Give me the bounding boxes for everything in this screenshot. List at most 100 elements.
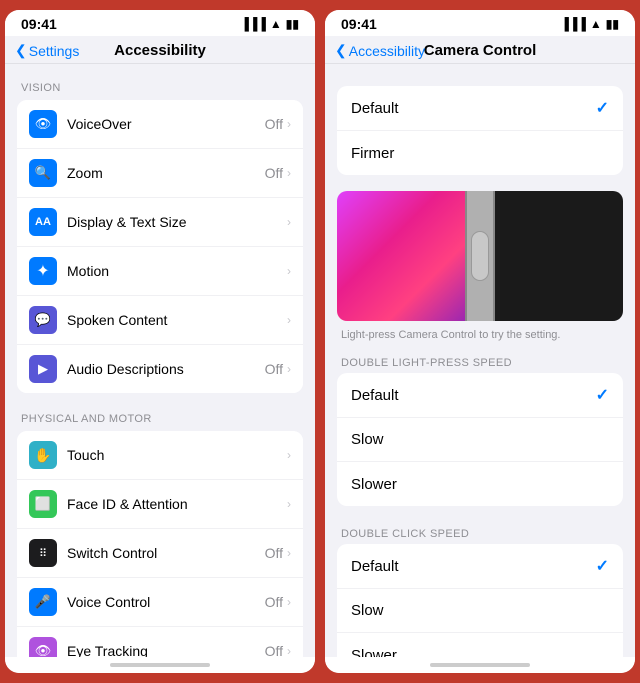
voice-icon: 🎤: [29, 588, 57, 616]
touch-label: Touch: [67, 447, 287, 463]
nav-title-right: Camera Control: [424, 42, 537, 59]
voiceover-value: Off: [265, 116, 283, 132]
wifi-icon: ▲: [270, 17, 282, 31]
spoken-icon: 💬: [29, 306, 57, 334]
dc-slower-label: Slower: [351, 647, 609, 658]
faceid-icon: ⬜: [29, 490, 57, 518]
eye-label: Eye Tracking: [67, 643, 265, 657]
chevron-left-icon: ❮: [335, 42, 347, 59]
preview-button-area: [465, 191, 495, 321]
status-bar-right: 09:41 ▐▐▐ ▲ ▮▮: [325, 10, 635, 36]
battery-icon: ▮▮: [606, 17, 619, 31]
nav-title-left: Accessibility: [114, 42, 206, 59]
camera-preview: [337, 191, 623, 321]
preview-dark: [495, 191, 623, 321]
section-vision-header: VISION: [5, 78, 315, 100]
left-scroll[interactable]: VISION 👁 VoiceOver Off › 🔍 Zoom Off › AA…: [5, 64, 315, 657]
chevron-icon: ›: [287, 497, 291, 511]
row-audio[interactable]: ▶ Audio Descriptions Off ›: [17, 345, 303, 393]
eye-value: Off: [265, 643, 283, 657]
checkmark-default-haptic: ✓: [596, 98, 609, 118]
audio-label: Audio Descriptions: [67, 361, 265, 377]
row-eye[interactable]: 👁 Eye Tracking Off ›: [17, 627, 303, 657]
left-panel: 09:41 ▐▐▐ ▲ ▮▮ ❮ Settings Accessibility …: [5, 10, 315, 673]
home-indicator-left: [5, 657, 315, 673]
eye-icon: 👁: [29, 637, 57, 657]
display-label: Display & Text Size: [67, 214, 287, 230]
audio-icon: ▶: [29, 355, 57, 383]
home-bar-right: [430, 663, 530, 667]
row-spoken[interactable]: 💬 Spoken Content ›: [17, 296, 303, 345]
chevron-icon: ›: [287, 313, 291, 327]
faceid-label: Face ID & Attention: [67, 496, 287, 512]
status-bar-left: 09:41 ▐▐▐ ▲ ▮▮: [5, 10, 315, 36]
voice-label: Voice Control: [67, 594, 265, 610]
option-dc-slower[interactable]: Slower: [337, 633, 623, 657]
status-icons-left: ▐▐▐ ▲ ▮▮: [240, 17, 299, 31]
dc-checkmark: ✓: [596, 556, 609, 576]
option-dlp-slower[interactable]: Slower: [337, 462, 623, 506]
nav-bar-left: ❮ Settings Accessibility: [5, 36, 315, 64]
chevron-icon: ›: [287, 215, 291, 229]
chevron-icon: ›: [287, 264, 291, 278]
switch-label: Switch Control: [67, 545, 265, 561]
motion-label: Motion: [67, 263, 287, 279]
option-dlp-slow[interactable]: Slow: [337, 418, 623, 462]
double-light-group: Default ✓ Slow Slower: [337, 373, 623, 506]
right-scroll[interactable]: Default ✓ Firmer Light-press Camera Cont…: [325, 64, 635, 657]
option-default-haptic[interactable]: Default ✓: [337, 86, 623, 131]
option-firmer[interactable]: Firmer: [337, 131, 623, 175]
option-dc-default[interactable]: Default ✓: [337, 544, 623, 589]
wifi-icon: ▲: [590, 17, 602, 31]
row-touch[interactable]: ✋ Touch ›: [17, 431, 303, 480]
row-switch[interactable]: ⠿ Switch Control Off ›: [17, 529, 303, 578]
switch-value: Off: [265, 545, 283, 561]
voice-value: Off: [265, 594, 283, 610]
dlp-default-label: Default: [351, 387, 596, 404]
row-motion[interactable]: ✦ Motion ›: [17, 247, 303, 296]
row-voiceover[interactable]: 👁 VoiceOver Off ›: [17, 100, 303, 149]
camera-preview-inner: [337, 191, 623, 321]
signal-icon: ▐▐▐: [560, 17, 586, 31]
option-dlp-default[interactable]: Default ✓: [337, 373, 623, 418]
switch-icon: ⠿: [29, 539, 57, 567]
battery-icon: ▮▮: [286, 17, 299, 31]
row-zoom[interactable]: 🔍 Zoom Off ›: [17, 149, 303, 198]
double-light-header: DOUBLE LIGHT-PRESS SPEED: [325, 351, 635, 373]
chevron-icon: ›: [287, 117, 291, 131]
dlp-slower-label: Slower: [351, 476, 609, 493]
display-icon: AA: [29, 208, 57, 236]
preview-hint: Light-press Camera Control to try the se…: [325, 325, 635, 351]
double-click-header: DOUBLE CLICK SPEED: [325, 522, 635, 544]
spoken-label: Spoken Content: [67, 312, 287, 328]
back-label-left: Settings: [29, 43, 80, 59]
double-click-group: Default ✓ Slow Slower: [337, 544, 623, 657]
back-button-left[interactable]: ❮ Settings: [15, 42, 79, 59]
row-voice[interactable]: 🎤 Voice Control Off ›: [17, 578, 303, 627]
option-dc-slow[interactable]: Slow: [337, 589, 623, 633]
voiceover-icon: 👁: [29, 110, 57, 138]
chevron-icon: ›: [287, 362, 291, 376]
back-label-right: Accessibility: [349, 43, 425, 59]
chevron-icon: ›: [287, 448, 291, 462]
row-faceid[interactable]: ⬜ Face ID & Attention ›: [17, 480, 303, 529]
dlp-slow-label: Slow: [351, 431, 609, 448]
row-display-text[interactable]: AA Display & Text Size ›: [17, 198, 303, 247]
audio-value: Off: [265, 361, 283, 377]
chevron-left-icon: ❮: [15, 42, 27, 59]
haptic-group: Default ✓ Firmer: [337, 86, 623, 175]
status-icons-right: ▐▐▐ ▲ ▮▮: [560, 17, 619, 31]
zoom-label: Zoom: [67, 165, 265, 181]
chevron-icon: ›: [287, 546, 291, 560]
chevron-icon: ›: [287, 166, 291, 180]
default-haptic-label: Default: [351, 100, 596, 117]
firmer-label: Firmer: [351, 145, 609, 162]
touch-icon: ✋: [29, 441, 57, 469]
dc-default-label: Default: [351, 558, 596, 575]
signal-icon: ▐▐▐: [240, 17, 266, 31]
zoom-icon: 🔍: [29, 159, 57, 187]
home-indicator-right: [325, 657, 635, 673]
chevron-icon: ›: [287, 595, 291, 609]
nav-bar-right: ❮ Accessibility Camera Control: [325, 36, 635, 64]
back-button-right[interactable]: ❮ Accessibility: [335, 42, 425, 59]
